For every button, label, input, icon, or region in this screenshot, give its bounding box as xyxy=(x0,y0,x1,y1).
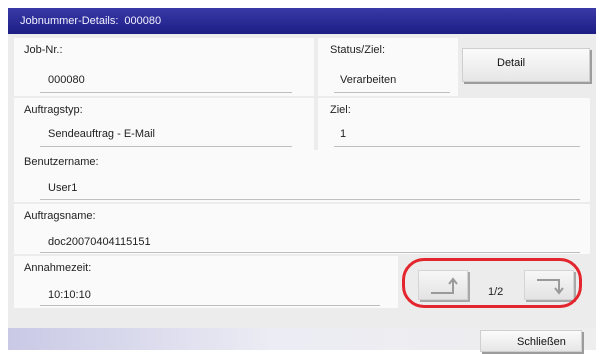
close-button[interactable]: Schließen xyxy=(480,330,582,352)
pagination-highlight xyxy=(402,258,582,308)
dialog-job-number: 000080 xyxy=(124,15,162,27)
ziel-label: Ziel: xyxy=(330,104,351,116)
detail-button[interactable]: Detail xyxy=(462,48,590,82)
benutzername-card xyxy=(14,150,590,202)
status-underline xyxy=(334,92,450,93)
auftragstyp-label: Auftragstyp: xyxy=(24,104,83,116)
status-label: Status/Ziel: xyxy=(330,44,386,56)
benutzername-value: User1 xyxy=(48,182,78,194)
auftragsname-label: Auftragsname: xyxy=(24,210,96,222)
status-value: Verarbeiten xyxy=(340,74,397,86)
annahmezeit-label: Annahmezeit: xyxy=(24,262,92,274)
auftragstyp-value: Sendeauftrag - E-Mail xyxy=(48,128,155,140)
job-nr-label: Job-Nr.: xyxy=(24,44,63,56)
auftragstyp-underline xyxy=(40,146,292,147)
job-nr-value: 000080 xyxy=(48,74,85,86)
dialog-titlebar: Jobnummer-Details: 000080 xyxy=(8,8,596,34)
annahmezeit-value: 10:10:10 xyxy=(48,289,91,301)
dialog-title: Jobnummer-Details: xyxy=(20,15,119,27)
benutzername-underline xyxy=(40,199,580,200)
ziel-underline xyxy=(334,146,580,147)
job-nr-underline xyxy=(40,92,292,93)
annahmezeit-underline xyxy=(40,305,380,306)
auftragsname-value: doc20070404115151 xyxy=(48,236,151,248)
ziel-card xyxy=(318,98,590,152)
auftragsname-underline xyxy=(40,252,580,253)
benutzername-label: Benutzername: xyxy=(24,156,99,168)
ziel-value: 1 xyxy=(340,128,347,140)
